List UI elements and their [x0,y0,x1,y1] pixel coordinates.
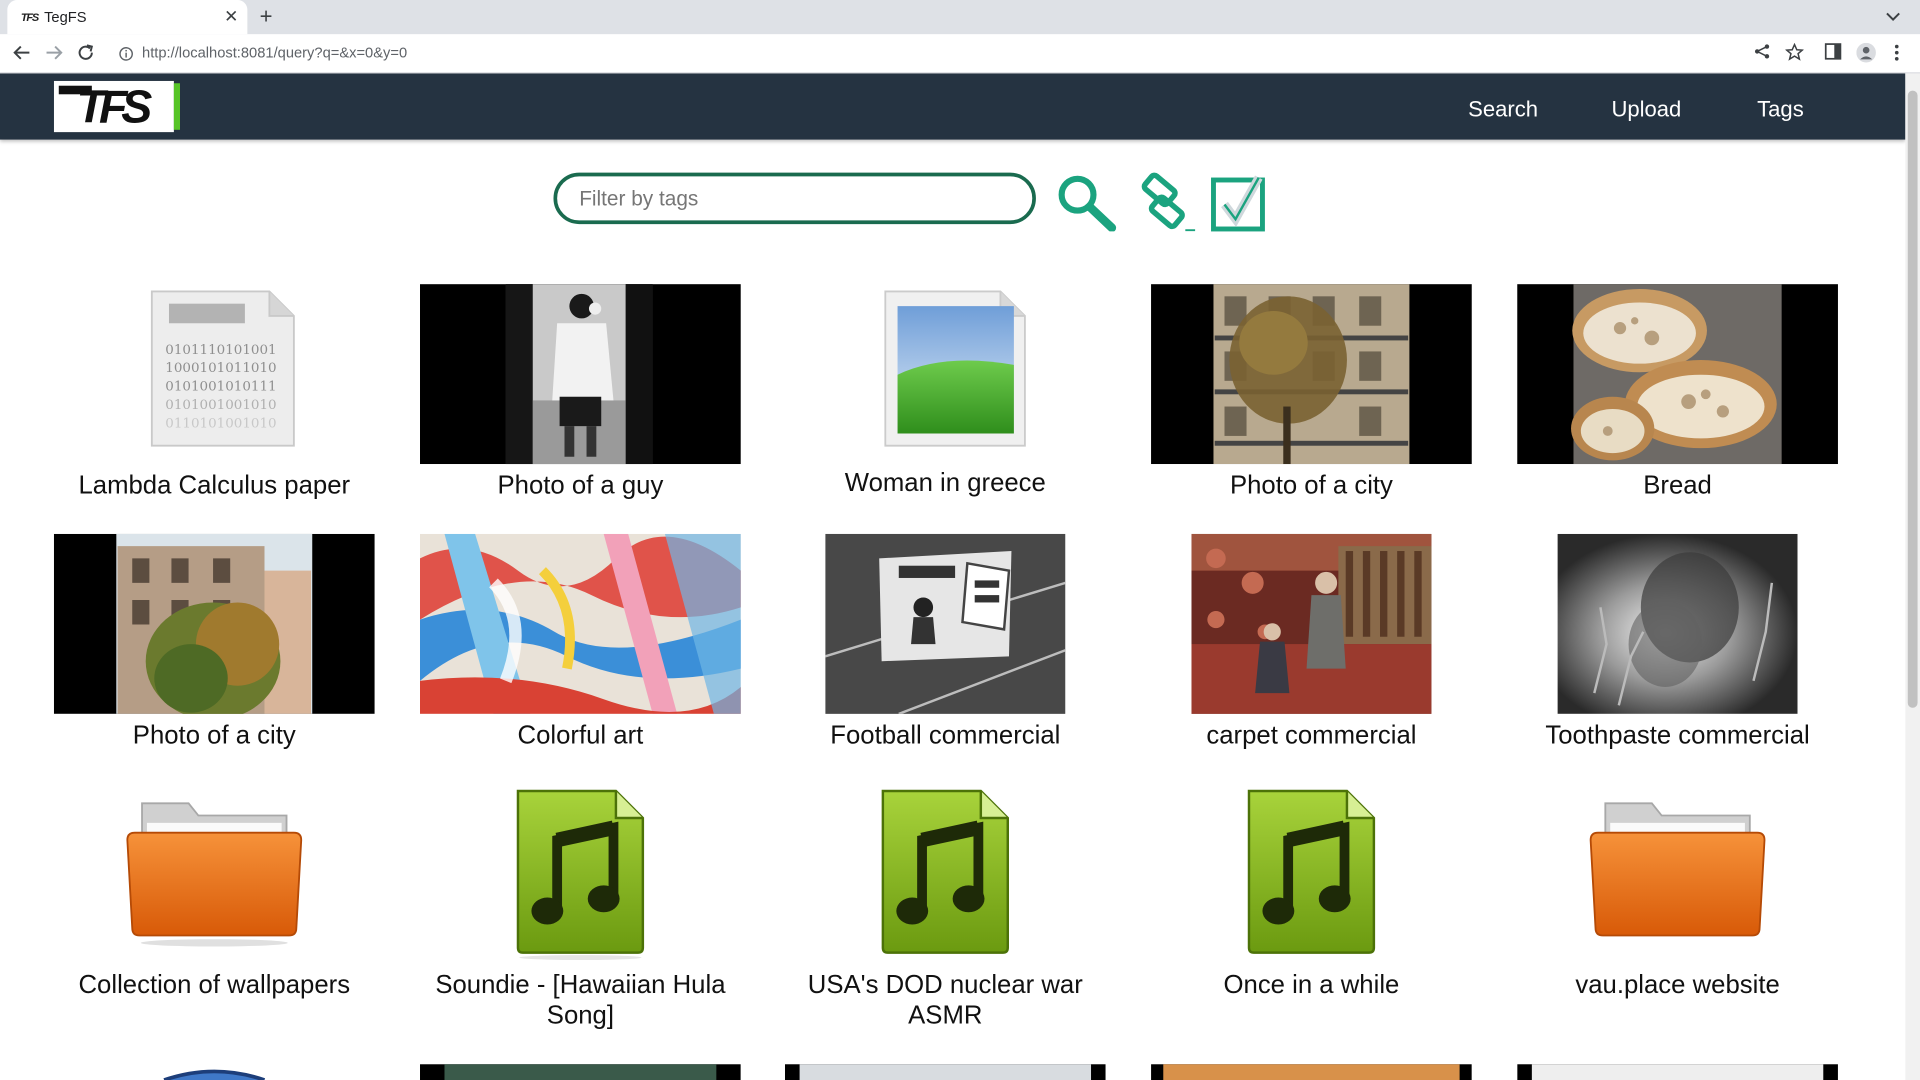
svg-text:0101110101001: 0101110101001 [165,343,276,358]
address-bar[interactable]: http://localhost:8081/query?q=&x=0&y=0 [108,38,1810,67]
photo-thumbnail [53,533,375,721]
browser-tab-strip: TFS TegFS ✕ + [0,0,1920,35]
app-navbar: TFS Search Upload Tags [0,73,1906,140]
new-tab-icon[interactable]: + [260,4,273,30]
photo-thumbnail [784,1064,1106,1080]
svg-text:0101001001010: 0101001001010 [165,398,276,413]
music-file-icon [513,789,648,961]
page-scrollbar[interactable] [1905,73,1920,1080]
photo-thumbnail [1517,284,1838,465]
item-title: Bread [1643,471,1712,500]
bookmark-star-icon[interactable] [1784,42,1805,67]
item-title: Football commercial [830,721,1061,750]
profile-avatar-icon[interactable] [1856,42,1876,69]
svg-text:1000101011010: 1000101011010 [165,361,276,376]
tab-list-chevron-icon[interactable] [1886,7,1901,29]
site-info-icon[interactable] [119,45,134,67]
video-thumbnail [1557,533,1798,714]
item-title: Photo of a city [1229,471,1393,500]
photo-thumbnail [420,533,741,714]
item-title: Lambda Calculus paper [78,471,351,500]
url-text: http://localhost:8081/query?q=&x=0&y=0 [142,44,408,62]
music-file-icon [1244,789,1379,960]
nav-tags-link[interactable]: Tags [1757,97,1804,123]
folder-icon [1588,796,1767,948]
back-arrow-icon[interactable] [12,43,32,69]
nav-upload-link[interactable]: Upload [1611,97,1681,123]
item-title: Once in a while [1223,971,1400,1000]
item-title: Collection of wallpapers [78,971,351,1000]
image-file-icon [883,289,1027,448]
filter-input[interactable] [576,186,1023,214]
video-thumbnail [1191,533,1432,714]
item-title: Soundie - [Hawaiian Hula Song] [435,971,726,1030]
tab-close-icon[interactable]: ✕ [224,6,238,27]
photo-thumbnail [1151,284,1472,465]
item-title: Toothpaste commercial [1545,721,1810,750]
scrollbar-thumb[interactable] [1907,90,1918,708]
side-panel-icon[interactable] [1824,43,1842,66]
item-title: Colorful art [517,721,644,750]
photo-thumbnail [1517,1064,1838,1080]
share-icon[interactable] [1753,43,1770,66]
browser-tab[interactable]: TFS TegFS ✕ [7,0,248,35]
item-title: carpet commercial [1206,721,1417,750]
browser-toolbar: http://localhost:8081/query?q=&x=0&y=0 [0,34,1920,74]
video-thumbnail [824,533,1066,716]
item-title: Photo of a guy [497,471,664,500]
gallery-item[interactable] [1517,1064,1838,1080]
forward-arrow-icon[interactable] [44,43,64,69]
reload-icon[interactable] [76,43,96,69]
browser-menu-icon[interactable] [1893,43,1900,69]
nav-search-link[interactable]: Search [1468,97,1538,123]
gallery-item[interactable] [420,1064,741,1080]
search-magnifier-icon[interactable] [1056,173,1117,238]
select-checkbox-icon[interactable] [1210,174,1269,239]
svg-text:0110101001010: 0110101001010 [165,416,276,431]
gallery-item[interactable] [784,1064,1106,1080]
photo-thumbnail [420,1064,741,1080]
item-title: Photo of a city [132,721,296,750]
globe-icon [163,1069,266,1080]
tab-title: TegFS [44,8,87,26]
gallery-item[interactable] [54,1063,375,1080]
photo-thumbnail [420,284,741,465]
svg-text:0101001010111: 0101001010111 [165,380,276,395]
tegfs-logo[interactable]: TFS [53,80,183,132]
item-title: Woman in greece [844,468,1046,498]
item-title: USA's DOD nuclear war ASMR [807,971,1083,1030]
folder-icon [125,796,304,948]
item-title: vau.place website [1575,971,1780,1000]
tab-favicon-icon: TFS [20,11,39,24]
gallery-item[interactable] [1151,1064,1472,1080]
photo-thumbnail [1151,1064,1472,1080]
share-link-icon[interactable] [1129,169,1198,239]
music-file-icon [878,789,1013,960]
binary-document-icon: 0101110101001 1000101011010 010100101011… [149,289,296,448]
filter-search-box [553,172,1036,225]
